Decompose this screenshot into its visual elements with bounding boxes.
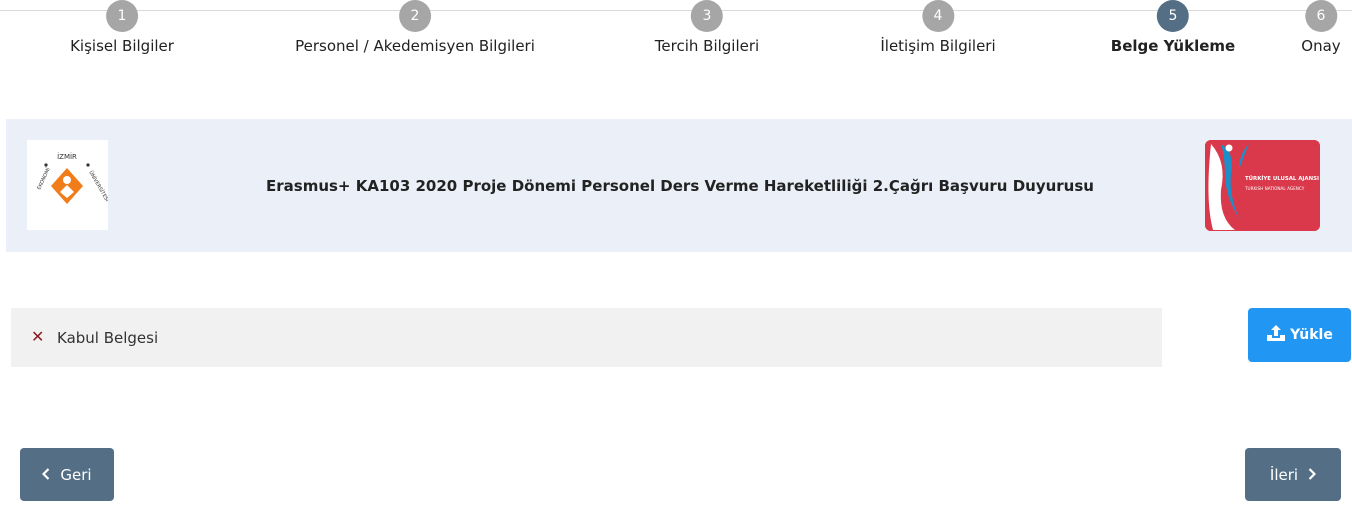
step-3[interactable]: 3 Tercih Bilgileri — [655, 0, 759, 55]
upload-button[interactable]: Yükle — [1248, 308, 1351, 362]
back-button[interactable]: Geri — [20, 448, 114, 501]
svg-text:TÜRKİYE ULUSAL AJANSI: TÜRKİYE ULUSAL AJANSI — [1245, 175, 1319, 182]
step-number: 6 — [1304, 0, 1337, 32]
x-icon: ✕ — [31, 327, 45, 346]
svg-text:İZMİR: İZMİR — [57, 152, 77, 161]
step-1[interactable]: 1 Kişisel Bilgiler — [70, 0, 174, 55]
upload-icon — [1266, 324, 1286, 346]
step-5[interactable]: 5 Belge Yükleme — [1111, 0, 1235, 55]
step-number: 1 — [106, 0, 138, 32]
step-6[interactable]: 6 Onay — [1301, 0, 1341, 55]
national-agency-logo: TÜRKİYE ULUSAL AJANSI TURKISH NATIONAL A… — [1205, 140, 1320, 231]
step-label: Kişisel Bilgiler — [70, 37, 174, 55]
svg-text:TURKISH NATIONAL AGENCY: TURKISH NATIONAL AGENCY — [1244, 186, 1305, 191]
step-2[interactable]: 2 Personel / Akedemisyen Bilgileri — [295, 0, 535, 55]
back-label: Geri — [60, 465, 92, 484]
step-number: 3 — [690, 0, 723, 32]
announcement-banner: İZMİR EKONOMİ ÜNİVERSİTESİ Erasmus+ KA10… — [6, 119, 1352, 252]
step-label: Onay — [1301, 37, 1341, 55]
step-number: 4 — [922, 0, 954, 32]
document-label: Kabul Belgesi — [57, 329, 159, 347]
announcement-title: Erasmus+ KA103 2020 Proje Dönemi Persone… — [266, 177, 1094, 195]
step-label: Tercih Bilgileri — [654, 37, 760, 55]
chevron-left-icon — [42, 466, 50, 484]
wizard-stepper: 1 Kişisel Bilgiler 2 Personel / Akedemis… — [0, 0, 1352, 70]
svg-text:ÜNİVERSİTESİ: ÜNİVERSİTESİ — [87, 170, 108, 203]
upload-label: Yükle — [1290, 327, 1333, 343]
next-button[interactable]: İleri — [1245, 448, 1341, 501]
step-label: Belge Yükleme — [1110, 37, 1236, 55]
document-row: ✕ Kabul Belgesi — [11, 308, 1162, 367]
step-label: Personel / Akedemisyen Bilgileri — [295, 37, 535, 55]
next-label: İleri — [1269, 465, 1299, 484]
step-number: 2 — [399, 0, 431, 32]
chevron-right-icon — [1308, 466, 1317, 484]
university-logo: İZMİR EKONOMİ ÜNİVERSİTESİ — [27, 140, 111, 230]
step-number: 5 — [1157, 0, 1189, 32]
step-4[interactable]: 4 İletişim Bilgileri — [880, 0, 996, 55]
step-label: İletişim Bilgileri — [880, 37, 996, 55]
